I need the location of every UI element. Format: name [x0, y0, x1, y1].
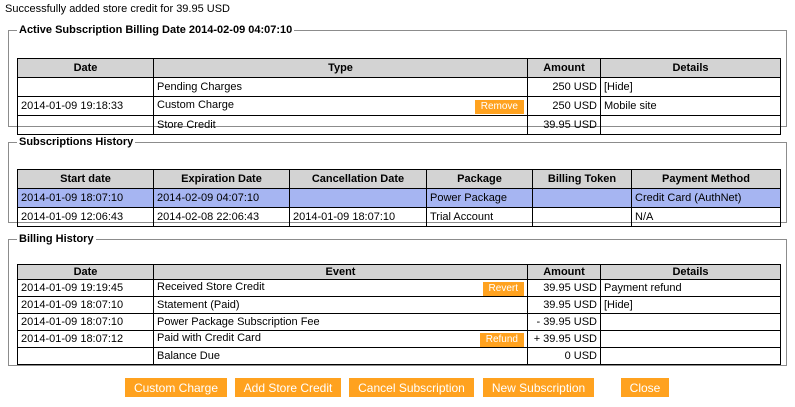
col-header-details: Details [600, 58, 781, 78]
subscriptions-history-table: Start date Expiration Date Cancellation … [17, 169, 781, 227]
cell-date [17, 115, 154, 135]
table-row[interactable]: 2014-01-09 12:06:43 2014-02-08 22:06:43 … [17, 207, 781, 227]
cancel-subscription-button[interactable]: Cancel Subscription [349, 378, 474, 397]
cell-cancellation-date [289, 188, 427, 208]
subscriptions-history-panel: Subscriptions History Start date Expirat… [8, 136, 787, 227]
cell-amount: 39.95 USD [527, 296, 601, 314]
cell-payment-method: Credit Card (AuthNet) [631, 188, 781, 208]
cell-type: Remove Custom Charge [153, 96, 528, 116]
cell-package: Power Package [426, 188, 533, 208]
billing-history-panel: Billing History Date Event Amount Detail… [8, 233, 787, 366]
col-header-billing-token: Billing Token [532, 169, 632, 189]
cell-details: Mobile site [600, 96, 781, 116]
remove-button[interactable]: Remove [474, 99, 524, 114]
status-message: Successfully added store credit for 39.9… [5, 3, 231, 15]
active-billing-legend: Active Subscription Billing Date 2014-02… [19, 24, 293, 36]
cell-type-text: Store Credit [157, 119, 216, 131]
cell-event-text: Paid with Credit Card [157, 331, 261, 344]
cell-event-text: Power Package Subscription Fee [157, 316, 320, 328]
table-row-selected[interactable]: 2014-01-09 18:07:10 2014-02-09 04:07:10 … [17, 188, 781, 208]
cell-date: 2014-01-09 19:18:33 [17, 96, 154, 116]
cell-payment-method: N/A [631, 207, 781, 227]
hide-link[interactable]: [Hide] [600, 77, 781, 97]
table-row: 2014-01-09 18:07:10 Statement (Paid) 39.… [17, 296, 781, 314]
subscriptions-history-legend: Subscriptions History [19, 136, 134, 148]
table-row: 2014-01-09 19:18:33 Remove Custom Charge… [17, 96, 781, 116]
cell-event: Power Package Subscription Fee [153, 313, 528, 331]
action-bar: Custom Charge Add Store Credit Cancel Su… [0, 378, 795, 398]
cell-amount: 39.95 USD [527, 279, 601, 297]
table-row: Balance Due 0 USD [17, 347, 781, 365]
cell-date: 2014-01-09 18:07:10 [17, 296, 154, 314]
col-header-expiration-date: Expiration Date [153, 169, 290, 189]
table-header-row: Date Event Amount Details [17, 264, 781, 280]
cell-billing-token [532, 207, 632, 227]
cell-start-date: 2014-01-09 12:06:43 [17, 207, 154, 227]
cell-expiration-date: 2014-02-08 22:06:43 [153, 207, 290, 227]
cell-details [600, 330, 781, 348]
table-header-row: Start date Expiration Date Cancellation … [17, 169, 781, 189]
table-row: 2014-01-09 18:07:10 Power Package Subscr… [17, 313, 781, 331]
new-subscription-button[interactable]: New Subscription [483, 378, 594, 397]
cell-cancellation-date: 2014-01-09 18:07:10 [289, 207, 427, 227]
col-header-amount: Amount [527, 264, 601, 280]
cell-billing-token [532, 188, 632, 208]
active-billing-table: Date Type Amount Details Pending Charges… [17, 58, 781, 135]
add-store-credit-button[interactable]: Add Store Credit [235, 378, 341, 397]
cell-type-text: Custom Charge [157, 98, 235, 111]
billing-history-legend: Billing History [19, 233, 94, 245]
cell-type: Store Credit [153, 115, 528, 135]
col-header-type: Type [153, 58, 528, 78]
cell-event-text: Statement (Paid) [157, 299, 240, 311]
hide-link[interactable]: [Hide] [600, 296, 781, 314]
cell-event: Balance Due [153, 347, 528, 365]
col-header-payment-method: Payment Method [631, 169, 781, 189]
col-header-date: Date [17, 264, 154, 280]
cell-amount: 250 USD [527, 77, 601, 97]
cell-type: Pending Charges [153, 77, 528, 97]
cell-details [600, 115, 781, 135]
cell-event-text: Received Store Credit [157, 280, 265, 293]
cell-start-date: 2014-01-09 18:07:10 [17, 188, 154, 208]
cell-amount: 250 USD [527, 96, 601, 116]
col-header-package: Package [426, 169, 533, 189]
cell-date: 2014-01-09 18:07:10 [17, 313, 154, 331]
cell-event: Revert Received Store Credit [153, 279, 528, 297]
col-header-event: Event [153, 264, 528, 280]
billing-history-table: Date Event Amount Details 2014-01-09 19:… [17, 264, 781, 365]
cell-date [17, 77, 154, 97]
cell-event: Statement (Paid) [153, 296, 528, 314]
cell-details [600, 347, 781, 365]
col-header-cancellation-date: Cancellation Date [289, 169, 427, 189]
cell-date: 2014-01-09 18:07:12 [17, 330, 154, 348]
table-header-row: Date Type Amount Details [17, 58, 781, 78]
table-row: 2014-01-09 18:07:12 Refund Paid with Cre… [17, 330, 781, 348]
cell-expiration-date: 2014-02-09 04:07:10 [153, 188, 290, 208]
custom-charge-button[interactable]: Custom Charge [125, 378, 227, 397]
cell-amount: + 39.95 USD [527, 330, 601, 348]
table-row: Pending Charges 250 USD [Hide] [17, 77, 781, 97]
cell-amount: - 39.95 USD [527, 313, 601, 331]
active-billing-panel: Active Subscription Billing Date 2014-02… [8, 24, 787, 135]
cell-amount: 39.95 USD [527, 115, 601, 135]
cell-details [600, 313, 781, 331]
cell-event-text: Balance Due [157, 350, 220, 362]
cell-package: Trial Account [426, 207, 533, 227]
cell-date [17, 347, 154, 365]
col-header-details: Details [600, 264, 781, 280]
col-header-amount: Amount [527, 58, 601, 78]
revert-button[interactable]: Revert [482, 281, 524, 296]
cell-date: 2014-01-09 19:19:45 [17, 279, 154, 297]
col-header-start-date: Start date [17, 169, 154, 189]
table-row: Store Credit 39.95 USD [17, 115, 781, 135]
col-header-date: Date [17, 58, 154, 78]
close-button[interactable]: Close [621, 378, 669, 397]
cell-amount: 0 USD [527, 347, 601, 365]
cell-type-text: Pending Charges [157, 81, 243, 93]
cell-event: Refund Paid with Credit Card [153, 330, 528, 348]
cell-details: Payment refund [600, 279, 781, 297]
refund-button[interactable]: Refund [479, 332, 524, 347]
table-row: 2014-01-09 19:19:45 Revert Received Stor… [17, 279, 781, 297]
